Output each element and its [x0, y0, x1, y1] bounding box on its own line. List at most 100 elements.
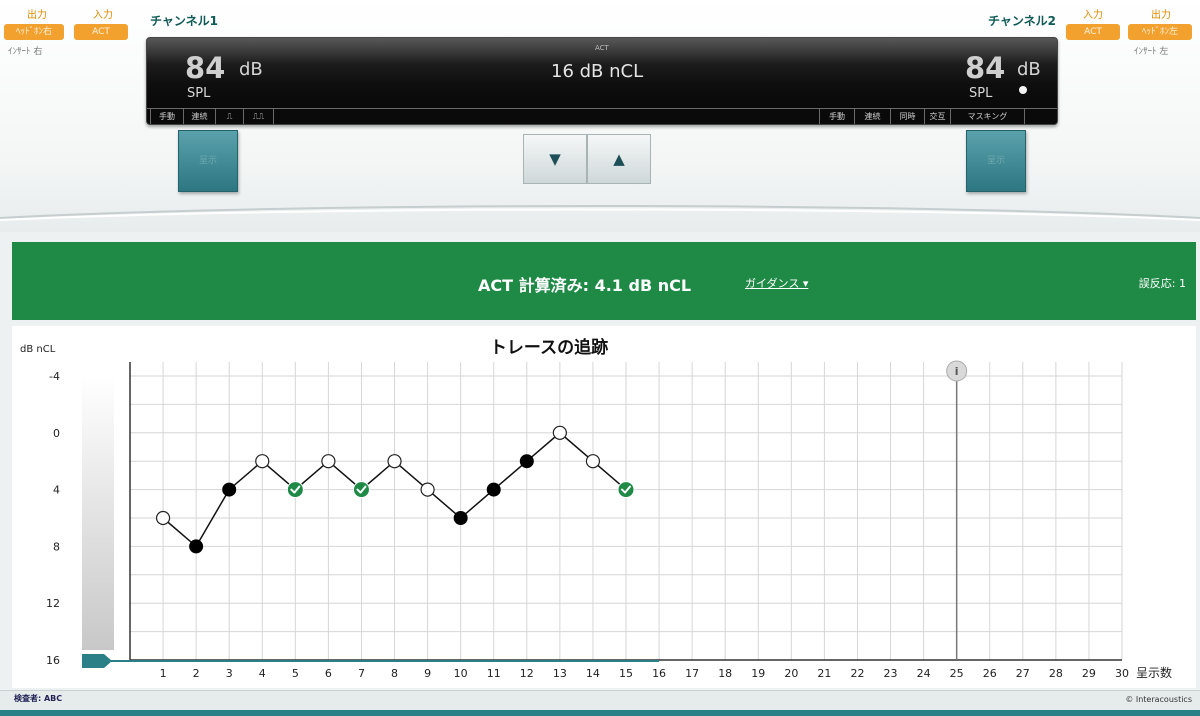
x-tick-label: 11 — [487, 667, 501, 680]
right-input-selector[interactable]: ACT — [1066, 24, 1120, 40]
trace-chart-card: -4 0 4 8 12 16 1 2 3 4 5 6 7 8 9 10 11 12 13 14 15 16 17 18 19 20… — [12, 326, 1196, 688]
channel2-title: チャンネル2 — [988, 14, 1056, 28]
channel2-level: 84 — [965, 51, 1006, 85]
ch1-pulse-multi-icon: ⎍⎍ — [244, 109, 274, 124]
chart-title: トレースの追跡 — [490, 337, 608, 358]
x-tick-label: 23 — [884, 667, 898, 680]
x-tick-label: 16 — [652, 667, 666, 680]
x-tick-label: 28 — [1049, 667, 1063, 680]
right-input-label: 入力 — [1083, 10, 1103, 21]
x-tick-label: 7 — [358, 667, 365, 680]
examiner-label: 検査者: ABC — [14, 694, 63, 703]
x-tick-label: 8 — [391, 667, 398, 680]
level-slider-track[interactable] — [82, 376, 114, 650]
trace-point-no-response — [321, 454, 336, 469]
channel2-unit: dB — [1017, 59, 1041, 80]
y-tick-label: 12 — [46, 597, 60, 610]
ch2-status-masking: マスキング — [951, 109, 1025, 124]
level-display: 84 dB SPL ACT 16 dB nCL 84 dB SPL 手動 連続 … — [146, 37, 1058, 125]
x-tick-label: 22 — [850, 667, 864, 680]
trace-point-no-response — [155, 510, 171, 526]
y-tick-label: -4 — [49, 370, 60, 383]
x-tick-label: 9 — [424, 667, 431, 680]
level-up-button[interactable]: ▲ — [587, 134, 651, 184]
trace-point-response — [189, 539, 204, 554]
x-tick-label: 6 — [325, 667, 332, 680]
right-output-label: 出力 — [1151, 10, 1171, 21]
x-tick-label: 27 — [1016, 667, 1030, 680]
trace-point-no-response — [255, 454, 270, 469]
footer-accent-strip — [0, 710, 1200, 716]
ch1-status-manual: 手動 — [150, 109, 184, 124]
trace-point-no-response — [420, 482, 435, 497]
trace-point-response — [453, 511, 468, 525]
ch1-pulse-single-icon: ⎍ — [216, 109, 244, 124]
x-tick-label: 1 — [160, 667, 167, 680]
present-button-left[interactable]: 呈示 — [178, 130, 238, 192]
ch1-status-continuous: 連続 — [184, 109, 216, 124]
guidance-dropdown[interactable]: ガイダンス ▾ — [745, 275, 808, 291]
x-tick-label: 26 — [983, 667, 997, 680]
trace-point-no-response — [387, 454, 402, 469]
y-tick-label: 0 — [53, 427, 60, 440]
trace-point-accepted — [352, 481, 370, 499]
left-output-label: 出力 — [27, 10, 47, 21]
ch2-status-alternate: 交互 — [925, 109, 951, 124]
x-tick-label: 14 — [586, 667, 600, 680]
channel1-unit: dB — [239, 59, 263, 80]
channel1-title: チャンネル1 — [150, 14, 218, 28]
channel1-level: 84 — [185, 51, 226, 85]
left-insert-label: ｲﾝｻｰﾄ 右 — [8, 47, 43, 57]
x-tick-label: 17 — [685, 667, 699, 680]
info-icon[interactable]: i — [955, 365, 959, 378]
x-tick-label: 15 — [619, 667, 633, 680]
x-tick-label: 19 — [751, 667, 765, 680]
left-input-label: 入力 — [93, 10, 113, 21]
trace-point-accepted — [286, 481, 304, 499]
copyright-label: © Interacoustics — [1125, 695, 1192, 704]
present-button-right[interactable]: 呈示 — [966, 130, 1026, 192]
y-tick-label: 8 — [53, 540, 60, 553]
channel2-scale: SPL — [969, 86, 993, 101]
y-tick-label: 4 — [53, 484, 60, 497]
left-output-selector[interactable]: ﾍｯﾄﾞﾎﾝ右 — [4, 24, 64, 40]
chart-x-axis-label: 呈示数 — [1136, 665, 1172, 680]
trace-point-no-response — [552, 425, 567, 440]
trace-point-accepted — [617, 481, 635, 499]
right-output-selector[interactable]: ﾍｯﾄﾞﾎﾝ左 — [1128, 24, 1192, 40]
level-slider-handle[interactable] — [82, 654, 112, 668]
status-footer: 検査者: ABC © Interacoustics — [0, 690, 1200, 716]
panel-divider-swoosh — [0, 205, 1200, 221]
level-down-button[interactable]: ▼ — [523, 134, 587, 184]
x-tick-label: 21 — [817, 667, 831, 680]
y-tick-label: 16 — [46, 654, 60, 667]
act-result-banner: ACT 計算済み: 4.1 dB nCL ガイダンス ▾ 誤反応: 1 — [12, 242, 1196, 320]
chart-grid — [130, 362, 1123, 660]
arrow-up-icon: ▲ — [613, 150, 625, 168]
x-tick-label: 20 — [784, 667, 798, 680]
arrow-down-icon: ▼ — [549, 150, 561, 168]
channel1-scale: SPL — [187, 86, 211, 101]
left-input-selector[interactable]: ACT — [74, 24, 128, 40]
x-tick-label: 24 — [917, 667, 931, 680]
chart-series: i — [82, 360, 968, 668]
display-status-bar: 手動 連続 ⎍ ⎍⎍ 手動 連続 同時 交互 マスキング — [147, 108, 1057, 124]
x-tick-label: 29 — [1082, 667, 1096, 680]
x-tick-label: 5 — [292, 667, 299, 680]
x-tick-label: 3 — [226, 667, 233, 680]
display-act-label: ACT — [595, 44, 609, 52]
x-tick-label: 18 — [718, 667, 732, 680]
trace-point-no-response — [585, 454, 601, 469]
x-tick-label: 12 — [520, 667, 534, 680]
ch2-status-continuous: 連続 — [855, 109, 891, 124]
x-tick-label: 2 — [193, 667, 200, 680]
top-control-panel: 出力 ﾍｯﾄﾞﾎﾝ右 入力 ACT ｲﾝｻｰﾄ 右 チャンネル1 チャンネル2 … — [0, 0, 1200, 232]
trace-point-response — [222, 482, 237, 497]
act-result-text: ACT 計算済み: 4.1 dB nCL — [478, 276, 692, 295]
x-tick-label: 25 — [950, 667, 964, 680]
x-tick-label: 10 — [454, 667, 468, 680]
ch2-status-manual: 手動 — [819, 109, 855, 124]
right-insert-label: ｲﾝｻｰﾄ 左 — [1134, 47, 1169, 57]
trace-chart: -404812161 2 3 4 5 6 7 8 9 10 11 12 13 14 15 16 17 18 19 20… — [20, 337, 1172, 680]
x-tick-label: 4 — [259, 667, 266, 680]
